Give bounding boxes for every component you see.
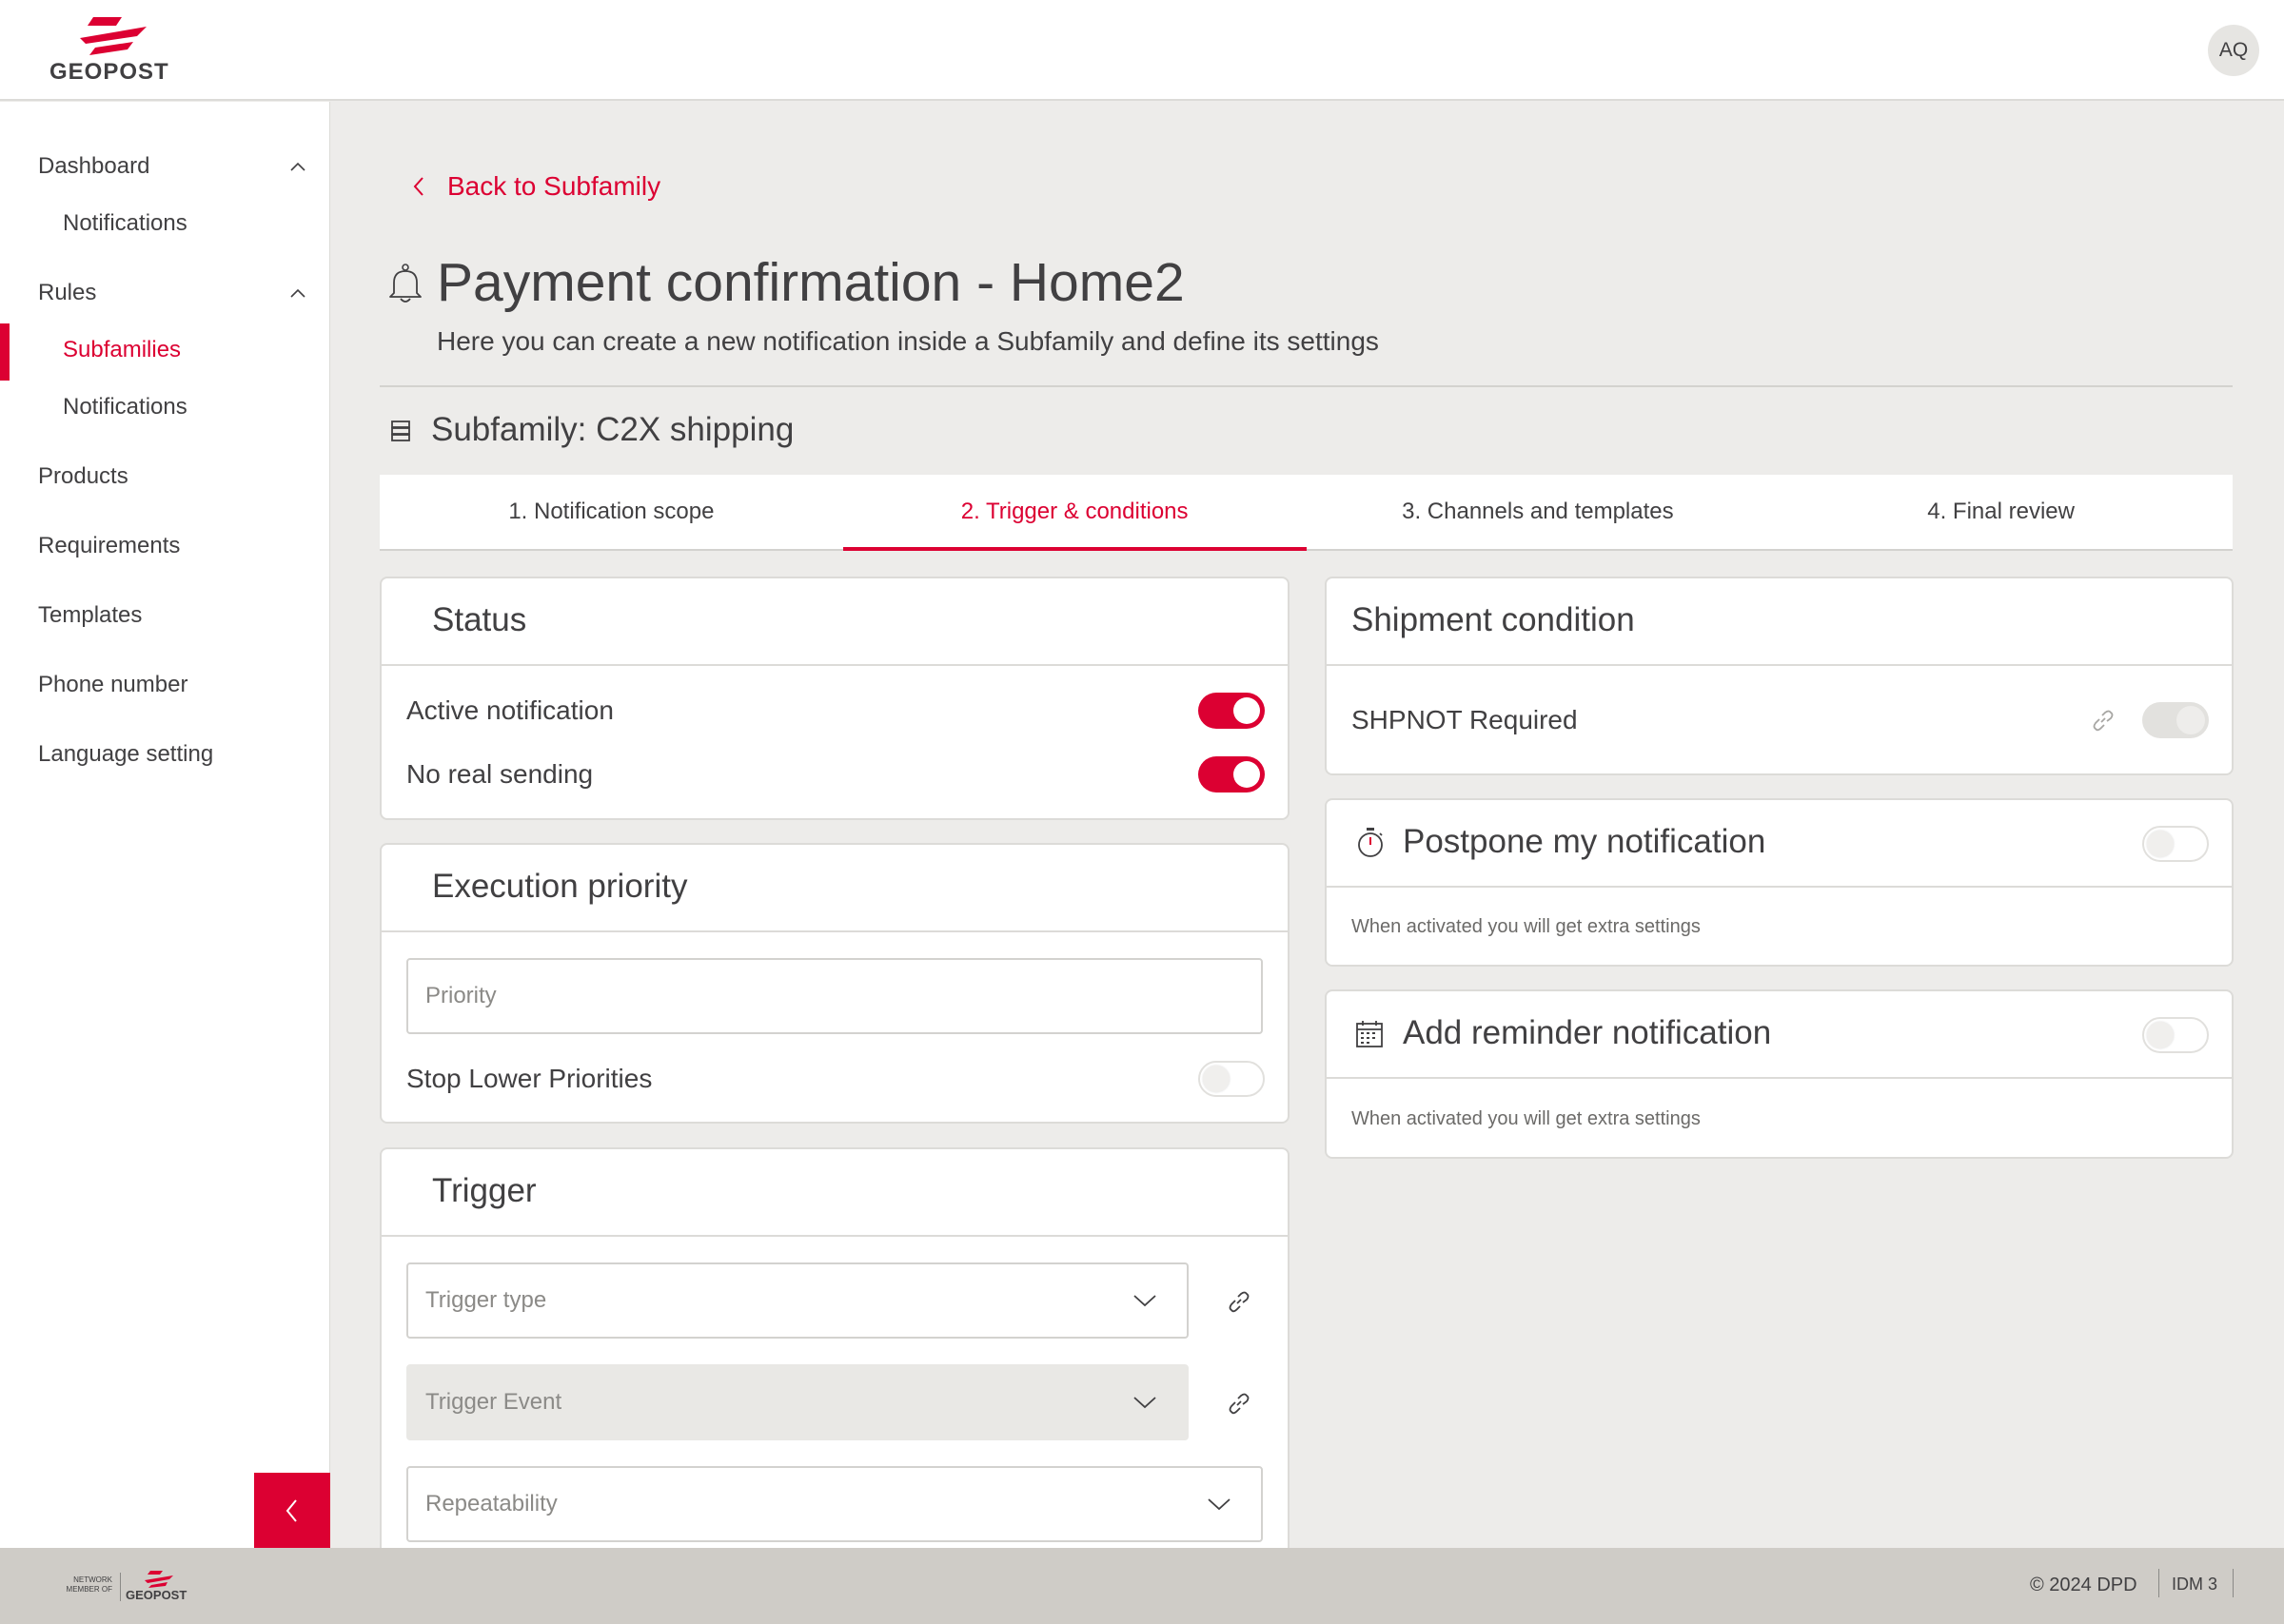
- page-title: Payment confirmation - Home2: [437, 252, 1185, 313]
- card-header: Add reminder notification: [1327, 991, 2232, 1079]
- sidebar-item-templates[interactable]: Templates: [38, 602, 142, 629]
- back-to-subfamily-link[interactable]: Back to Subfamily: [409, 171, 660, 202]
- postpone-notification-toggle[interactable]: [2142, 826, 2209, 862]
- reminder-title: Add reminder notification: [1403, 1014, 1772, 1051]
- tab-final-review[interactable]: 4. Final review: [1769, 475, 2233, 549]
- chevron-down-icon: [1208, 1498, 1231, 1511]
- stopwatch-icon: [1358, 828, 1383, 857]
- brand-name: GEOPOST: [49, 59, 169, 85]
- subfamily-title: Subfamily: C2X shipping: [431, 411, 795, 448]
- sidebar-item-rules[interactable]: Rules: [38, 280, 96, 306]
- shpnot-condition-label: SHPNOT Required: [1351, 705, 1578, 734]
- geopost-logo-mark-icon: [80, 17, 147, 55]
- geopost-logo[interactable]: GEOPOST: [48, 17, 181, 86]
- shipment-condition-title: Shipment condition: [1351, 601, 1635, 638]
- sidebar-item-requirements[interactable]: Requirements: [38, 533, 180, 559]
- status-card: Status Active notification No real sendi…: [380, 577, 1290, 820]
- execution-priority-card: Execution priority Priority Stop Lower P…: [380, 843, 1290, 1124]
- chevron-down-icon: [1133, 1295, 1156, 1307]
- server-stack-icon: [391, 421, 410, 441]
- chevron-up-icon[interactable]: [287, 284, 308, 304]
- reminder-notification-toggle[interactable]: [2142, 1017, 2209, 1053]
- tab-trigger-conditions[interactable]: 2. Trigger & conditions: [842, 475, 1307, 551]
- trigger-event-select[interactable]: Trigger Event: [406, 1364, 1189, 1440]
- stop-lower-priorities-label: Stop Lower Priorities: [406, 1064, 653, 1093]
- calendar-icon: [1356, 1021, 1383, 1047]
- page-subtitle: Here you can create a new notification i…: [437, 326, 1379, 356]
- collapse-sidebar-button[interactable]: [254, 1473, 330, 1549]
- footer-brand: GEOPOST: [126, 1588, 187, 1602]
- no-real-sending-toggle[interactable]: [1198, 756, 1265, 792]
- back-link-label: Back to Subfamily: [447, 171, 661, 201]
- status-title: Status: [432, 601, 527, 638]
- trigger-event-placeholder: Trigger Event: [425, 1389, 562, 1415]
- card-header: Postpone my notification: [1327, 800, 2232, 888]
- postpone-title: Postpone my notification: [1403, 823, 1766, 860]
- footer-divider: [2158, 1569, 2159, 1597]
- chevron-left-icon: [413, 177, 423, 196]
- network-member-text: NETWORK MEMBER OF: [66, 1575, 112, 1594]
- chevron-up-icon[interactable]: [287, 157, 308, 178]
- link-icon[interactable]: [1226, 1390, 1252, 1417]
- footer-logo: NETWORK MEMBER OF GEOPOST: [57, 1571, 200, 1603]
- sidebar-item-rules-notifications[interactable]: Notifications: [63, 394, 187, 421]
- footer: NETWORK MEMBER OF GEOPOST © 2024 DPD IDM…: [0, 1548, 2284, 1624]
- card-header: Status: [382, 578, 1288, 666]
- link-icon[interactable]: [2090, 707, 2117, 734]
- sidebar-item-products[interactable]: Products: [38, 463, 128, 490]
- card-header: Execution priority: [382, 845, 1288, 932]
- chevron-left-icon: [286, 1499, 297, 1522]
- sidebar-item-dashboard-notifications[interactable]: Notifications: [63, 210, 187, 237]
- no-real-sending-label: No real sending: [406, 759, 594, 789]
- postpone-hint: When activated you will get extra settin…: [1351, 916, 1701, 937]
- sidebar-item-phone-number[interactable]: Phone number: [38, 672, 187, 698]
- tab-notification-scope[interactable]: 1. Notification scope: [380, 475, 843, 549]
- execution-priority-title: Execution priority: [432, 868, 688, 905]
- bell-icon: [389, 264, 422, 303]
- reminder-notification-card: Add reminder notification When activated…: [1325, 989, 2234, 1159]
- wizard-tabs: 1. Notification scope 2. Trigger & condi…: [380, 475, 2233, 551]
- postpone-notification-card: Postpone my notification When activated …: [1325, 798, 2234, 967]
- sidebar-item-subfamilies[interactable]: Subfamilies: [63, 337, 181, 363]
- stop-lower-priorities-toggle[interactable]: [1198, 1061, 1265, 1097]
- divider: [380, 385, 2233, 387]
- footer-divider: [120, 1573, 121, 1601]
- user-avatar[interactable]: AQ: [2208, 25, 2259, 76]
- card-header: Shipment condition: [1327, 578, 2232, 666]
- trigger-card: Trigger Trigger type Trigger Event Repea…: [380, 1147, 1290, 1566]
- link-icon[interactable]: [1226, 1288, 1252, 1315]
- top-bar: GEOPOST AQ: [0, 0, 2284, 101]
- repeatability-placeholder: Repeatability: [425, 1491, 558, 1516]
- sidebar: Dashboard Notifications Rules Subfamilie…: [0, 102, 330, 1548]
- shpnot-required-toggle[interactable]: [2142, 702, 2209, 738]
- sidebar-item-dashboard[interactable]: Dashboard: [38, 153, 149, 180]
- geopost-logo-mark-icon: [145, 1571, 173, 1588]
- trigger-type-placeholder: Trigger type: [425, 1287, 547, 1313]
- chevron-down-icon: [1133, 1397, 1156, 1409]
- sidebar-item-language-setting[interactable]: Language setting: [38, 741, 213, 768]
- copyright: © 2024 DPD: [2030, 1575, 2137, 1595]
- shipment-condition-card: Shipment condition SHPNOT Required: [1325, 577, 2234, 775]
- trigger-title: Trigger: [432, 1172, 537, 1209]
- tab-channels-templates[interactable]: 3. Channels and templates: [1307, 475, 1770, 549]
- repeatability-select[interactable]: Repeatability: [406, 1466, 1263, 1542]
- trigger-type-select[interactable]: Trigger type: [406, 1262, 1189, 1339]
- active-notification-toggle[interactable]: [1198, 693, 1265, 729]
- footer-divider: [2233, 1569, 2234, 1597]
- active-notification-label: Active notification: [406, 695, 614, 725]
- active-indicator: [0, 323, 10, 381]
- reminder-hint: When activated you will get extra settin…: [1351, 1108, 1701, 1129]
- priority-input[interactable]: Priority: [406, 958, 1263, 1034]
- card-header: Trigger: [382, 1149, 1288, 1237]
- app-version: IDM 3: [2172, 1575, 2218, 1594]
